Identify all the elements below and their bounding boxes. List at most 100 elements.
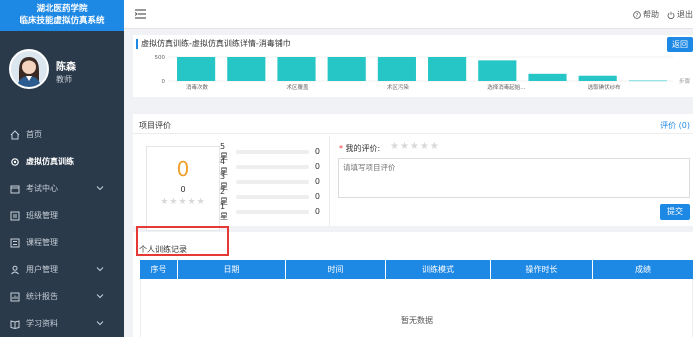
breadcrumb: 虚拟仿真训练-虚拟仿真训练详情-消毒铺巾 <box>136 39 291 49</box>
book-icon <box>10 319 20 329</box>
column-header[interactable]: 操作时长 <box>491 260 593 279</box>
sidebar-item-label: 课程管理 <box>26 238 58 247</box>
star-row-count: 0 <box>314 192 320 201</box>
chart-bar[interactable] <box>528 73 567 81</box>
star-row: 2星 0 <box>220 187 320 206</box>
class-icon <box>10 211 20 221</box>
star-row-count: 0 <box>314 162 320 171</box>
home-icon <box>10 129 20 140</box>
chevron-down-icon <box>96 186 104 191</box>
chart-bar[interactable] <box>578 75 617 81</box>
step-bar-chart: 500 0 消毒次数 术区覆盖 术区污染 选择消毒起始... 选取碘伏纱布 步骤 <box>155 55 691 91</box>
column-header[interactable]: 训练模式 <box>386 260 491 279</box>
submit-button[interactable]: 提交 <box>660 204 690 220</box>
logo-line2: 临床技能虚拟仿真系统 <box>19 16 105 26</box>
y-tick-label: 0 <box>162 79 166 85</box>
x-tick-label: 术区污染 <box>387 83 410 91</box>
chart-bar[interactable] <box>428 57 467 81</box>
star-row-bar <box>235 164 309 169</box>
report-icon <box>10 292 20 302</box>
chart-bar[interactable] <box>327 57 366 81</box>
x-axis-name: 步骤 <box>679 77 691 85</box>
x-tick-label: 选择消毒起始... <box>487 83 525 91</box>
sidebar-menu: 首页 虚拟仿真训练 考试中心 班级管理 课程管理 用户管理 统计报告 学习资料 <box>0 121 124 337</box>
detail-card: 虚拟仿真训练-虚拟仿真训练详情-消毒铺巾 返回 500 0 消毒次数 术区覆盖 术区污染… <box>133 35 693 97</box>
sidebar-item-label: 班级管理 <box>26 211 58 220</box>
chart-bar[interactable] <box>377 57 416 81</box>
rating-link[interactable]: 评价 (0) <box>660 120 690 131</box>
chart-bar[interactable] <box>227 57 266 81</box>
power-icon <box>667 11 675 19</box>
chart-bar[interactable] <box>177 57 216 81</box>
chart-bar[interactable] <box>277 57 316 81</box>
calendar-icon <box>10 184 20 194</box>
score-summary: 0 0 ★★★★★ <box>146 146 220 231</box>
sidebar-item-label: 考试中心 <box>26 184 58 193</box>
average-score: 0 <box>176 157 190 181</box>
chart-bar[interactable] <box>478 60 517 81</box>
column-header[interactable]: 成绩 <box>593 260 693 279</box>
settings-icon <box>10 157 20 167</box>
star-row: 4星 0 <box>220 157 320 176</box>
x-tick-label: 选取碘伏纱布 <box>588 83 622 91</box>
sidebar-item-virtual-training[interactable]: 虚拟仿真训练 <box>0 148 124 175</box>
records-table-body: 暂无数据 <box>140 279 693 337</box>
x-tick-label: 消毒次数 <box>186 83 209 91</box>
sidebar-item-label: 学习资料 <box>26 319 58 328</box>
sidebar-item-statistics-report[interactable]: 统计报告 <box>0 283 124 310</box>
rating-card: 项目评价 评价 (0) 0 0 ★★★★★ 5星 0 4星 0 3星 0 2星 … <box>133 114 693 231</box>
back-button[interactable]: 返回 <box>667 37 693 52</box>
sidebar-item-course-management[interactable]: 课程管理 <box>0 229 124 256</box>
rating-title: 项目评价 <box>139 121 171 130</box>
divider <box>329 136 330 226</box>
star-rating-input[interactable]: ★★★★★ <box>390 141 440 152</box>
star-row: 3星 0 <box>220 172 320 191</box>
star-row: 1星 0 <box>220 201 320 221</box>
star-row-label: 1星 <box>220 201 228 221</box>
star-row-bar <box>235 194 309 199</box>
chevron-down-icon <box>96 294 104 299</box>
help-button[interactable]: ? 帮助 <box>633 9 659 20</box>
user-name: 陈森 <box>56 62 76 73</box>
highlight-box <box>136 226 229 256</box>
star-row-count: 0 <box>314 177 320 186</box>
column-header[interactable]: 时间 <box>286 260 386 279</box>
x-tick-label: 术区覆盖 <box>286 83 309 91</box>
sidebar-item-home[interactable]: 首页 <box>0 121 124 148</box>
help-icon: ? <box>633 10 641 19</box>
sidebar-item-class-management[interactable]: 班级管理 <box>0 202 124 229</box>
y-tick-label: 500 <box>155 55 166 61</box>
app-logo: 湖北医药学院 临床技能虚拟仿真系统 <box>0 0 124 31</box>
records-table-header: 序号 日期 时间 训练模式 操作时长 成绩 <box>140 260 693 279</box>
sidebar-item-label: 用户管理 <box>26 265 58 274</box>
sidebar: 湖北医药学院 临床技能虚拟仿真系统 陈森 教师 首页 虚拟仿真训练 考试中心 班… <box>0 0 124 337</box>
rating-comment-input[interactable] <box>338 158 690 198</box>
empty-state: 暂无数据 <box>401 316 433 325</box>
star-row-count: 0 <box>314 207 320 216</box>
sidebar-item-user-management[interactable]: 用户管理 <box>0 256 124 283</box>
avatar[interactable] <box>9 49 49 89</box>
rating-link-count: (0) <box>678 121 690 130</box>
column-header[interactable]: 序号 <box>140 260 178 279</box>
rating-count: 0 <box>180 185 186 194</box>
chart-bar[interactable] <box>628 80 667 82</box>
users-icon <box>10 265 20 275</box>
exit-button[interactable]: 退出 <box>667 9 693 20</box>
course-icon <box>10 238 20 248</box>
star-row-bar <box>235 149 309 154</box>
svg-text:?: ? <box>636 13 639 19</box>
sidebar-item-exam-center[interactable]: 考试中心 <box>0 175 124 202</box>
menu-toggle-icon[interactable] <box>135 9 146 19</box>
top-header: ? 帮助 退出 <box>124 0 693 29</box>
sidebar-item-learning-materials[interactable]: 学习资料 <box>0 310 124 337</box>
my-rating-text: 我的评价: <box>345 144 381 153</box>
chevron-down-icon <box>96 321 104 326</box>
star-distribution: 5星 0 4星 0 3星 0 2星 0 1星 0 <box>220 142 320 221</box>
rating-link-label: 评价 <box>660 121 677 130</box>
help-label: 帮助 <box>643 10 659 19</box>
logo-line1: 湖北医药学院 <box>36 4 88 14</box>
star-row: 5星 0 <box>220 142 320 161</box>
column-header[interactable]: 日期 <box>178 260 286 279</box>
exit-label: 退出 <box>677 10 693 19</box>
sidebar-item-label: 首页 <box>26 130 42 139</box>
